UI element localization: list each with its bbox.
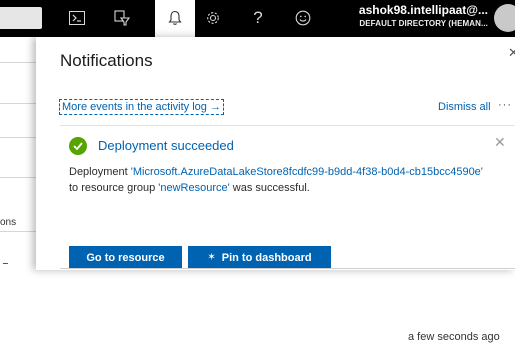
panel-title: Notifications	[60, 51, 153, 70]
activity-log-link[interactable]: More events in the activity log →	[59, 99, 224, 115]
help-icon[interactable]: ?	[246, 6, 270, 30]
background-page: ons	[0, 37, 36, 270]
go-to-resource-button[interactable]: Go to resource	[69, 246, 182, 269]
pin-to-dashboard-button[interactable]: ✶ Pin to dashboard	[188, 246, 331, 269]
divider	[0, 103, 36, 104]
notification-title[interactable]: Deployment succeeded	[98, 138, 234, 153]
divider	[60, 268, 515, 269]
resource-group-link[interactable]: 'newResource'	[158, 182, 229, 194]
divider	[0, 62, 36, 63]
top-bar: ? ashok98.intellipaat@... DEFAULT DIRECT…	[0, 0, 515, 37]
pin-to-dashboard-label: Pin to dashboard	[221, 251, 312, 264]
notification-message: Deployment 'Microsoft.AzureDataLakeStore…	[69, 164, 489, 196]
close-icon[interactable]: ✕	[494, 134, 506, 151]
gear-icon[interactable]	[201, 6, 225, 30]
divider	[0, 137, 36, 138]
left-pane-item-label[interactable]: ons	[0, 217, 16, 228]
close-icon[interactable]: ✕	[508, 45, 515, 61]
divider	[3, 263, 8, 264]
message-text: was successful.	[229, 182, 310, 194]
directory-filter-icon[interactable]	[110, 6, 134, 30]
avatar[interactable]	[494, 4, 515, 32]
success-check-icon	[69, 137, 87, 155]
pin-icon: ✶	[207, 252, 216, 263]
notification-card: Deployment succeeded ✕ Deployment 'Micro…	[60, 125, 515, 343]
message-text: Deployment	[69, 166, 131, 178]
divider	[0, 177, 36, 178]
smiley-icon[interactable]	[291, 6, 315, 30]
account-email: ashok98.intellipaat@...	[358, 3, 488, 17]
search-input[interactable]	[0, 7, 42, 29]
account-menu[interactable]: ashok98.intellipaat@... DEFAULT DIRECTOR…	[348, 3, 488, 30]
divider	[0, 231, 36, 232]
notifications-panel: Notifications ✕ More events in the activ…	[36, 37, 515, 343]
resource-link[interactable]: 'Microsoft.AzureDataLakeStore8fcdfc99-b9…	[131, 166, 483, 178]
dismiss-all-button[interactable]: Dismiss all	[438, 101, 491, 113]
notification-timestamp: a few seconds ago	[408, 331, 500, 343]
bell-icon[interactable]	[163, 6, 187, 30]
message-text: to resource group	[69, 182, 159, 194]
account-directory: DEFAULT DIRECTORY (HEMAN...	[359, 19, 488, 28]
cloud-shell-icon[interactable]	[65, 6, 89, 30]
more-options-icon[interactable]: ···	[498, 99, 512, 111]
